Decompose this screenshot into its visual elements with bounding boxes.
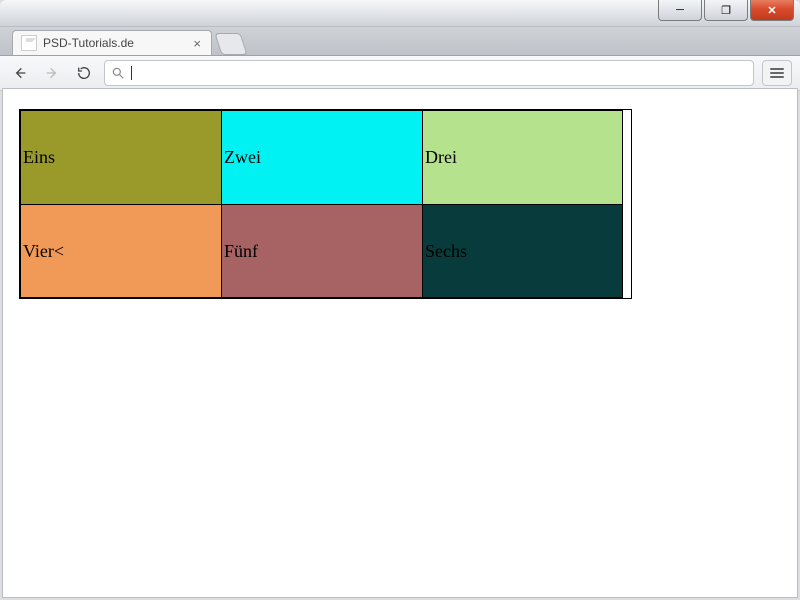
cell-label: Sechs <box>425 241 467 262</box>
cell-label: Eins <box>23 147 55 168</box>
toolbar <box>0 56 800 91</box>
page-viewport: Eins Zwei Drei Vier< Fünf Sechs <box>2 88 798 598</box>
grid-cell: Vier< <box>20 204 221 298</box>
color-grid: Eins Zwei Drei Vier< Fünf Sechs <box>19 109 632 299</box>
address-bar[interactable] <box>104 60 754 86</box>
reload-button[interactable] <box>72 61 96 85</box>
cell-label: Fünf <box>224 241 258 262</box>
tab-strip: PSD-Tutorials.de × <box>0 27 800 56</box>
cell-label: Vier< <box>23 241 64 262</box>
search-icon <box>111 66 125 80</box>
close-button[interactable]: ✕ <box>750 0 794 21</box>
file-icon <box>21 35 37 51</box>
cell-label: Drei <box>425 147 457 168</box>
tab-active[interactable]: PSD-Tutorials.de × <box>12 30 212 55</box>
new-tab-button[interactable] <box>214 33 247 55</box>
reload-icon <box>76 65 92 81</box>
back-button[interactable] <box>8 61 32 85</box>
maximize-button[interactable]: ❐ <box>704 0 748 21</box>
arrow-left-icon <box>12 65 28 81</box>
close-icon: ✕ <box>767 4 776 17</box>
hamburger-icon <box>770 68 784 70</box>
browser-window: ─ ❐ ✕ PSD-Tutorials.de × <box>0 0 800 600</box>
grid-cell: Eins <box>20 110 221 204</box>
arrow-right-icon <box>44 65 60 81</box>
window-controls: ─ ❐ ✕ <box>658 0 794 21</box>
grid-cell: Sechs <box>422 204 623 298</box>
minimize-icon: ─ <box>676 4 684 16</box>
minimize-button[interactable]: ─ <box>658 0 702 21</box>
cell-label: Zwei <box>224 147 261 168</box>
grid-cell: Fünf <box>221 204 422 298</box>
window-titlebar: ─ ❐ ✕ <box>0 0 800 27</box>
maximize-icon: ❐ <box>721 4 731 17</box>
grid-cell: Drei <box>422 110 623 204</box>
tab-title: PSD-Tutorials.de <box>43 36 134 50</box>
tab-close-icon[interactable]: × <box>193 36 201 51</box>
menu-button[interactable] <box>762 60 792 86</box>
forward-button[interactable] <box>40 61 64 85</box>
grid-cell: Zwei <box>221 110 422 204</box>
text-caret <box>131 66 132 80</box>
